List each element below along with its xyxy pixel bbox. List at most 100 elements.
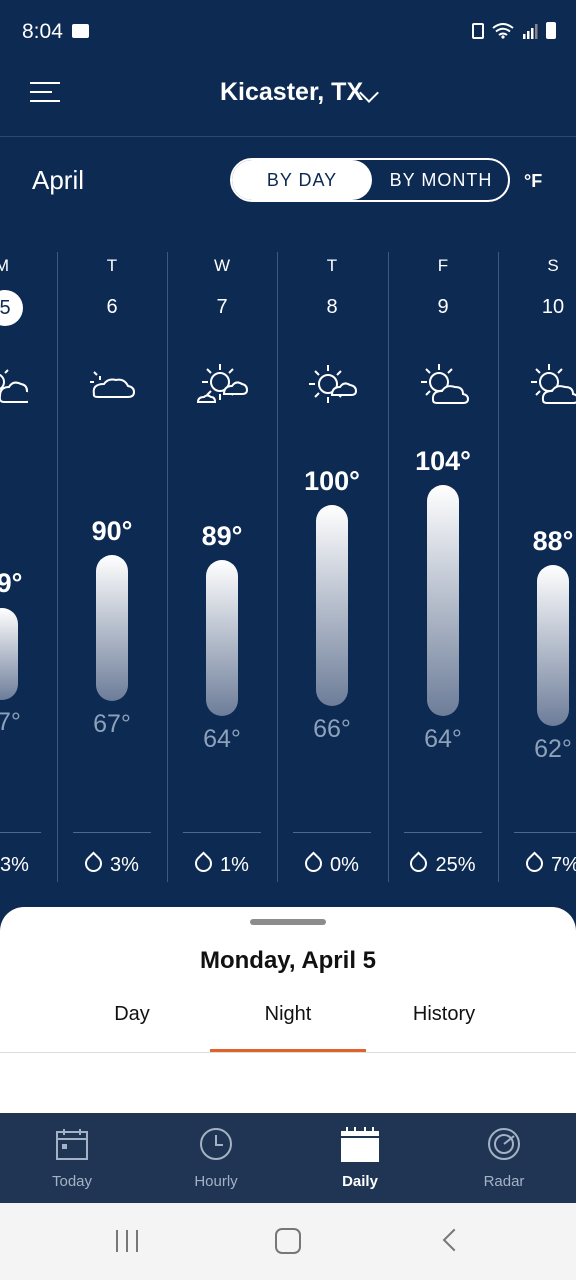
daily-forecast: M 5 79° 67° 3% T 6 90° 67° 3% W 7 89° 64… bbox=[0, 250, 576, 886]
day-date: 6 bbox=[106, 296, 118, 318]
sheet-drag-handle[interactable] bbox=[250, 919, 326, 925]
high-temp: 89° bbox=[201, 521, 243, 551]
day-of-week: T bbox=[106, 256, 118, 275]
system-navigation-bar bbox=[0, 1203, 576, 1280]
precip-divider bbox=[0, 832, 41, 833]
precip-value: 1% bbox=[220, 854, 249, 876]
day-column[interactable]: F 9 104° 64° 25% bbox=[388, 250, 498, 882]
day-of-week: M bbox=[0, 256, 10, 275]
tab-divider bbox=[0, 1052, 576, 1053]
signal-icon bbox=[523, 23, 538, 39]
view-toggle: BY DAY BY MONTH bbox=[230, 158, 510, 202]
nav-today[interactable]: Today bbox=[0, 1113, 144, 1203]
raindrop-icon bbox=[191, 851, 216, 876]
sun-cloud-icon bbox=[421, 364, 469, 404]
precip-value: 7% bbox=[551, 854, 576, 876]
menu-icon[interactable] bbox=[30, 82, 60, 106]
precip-divider bbox=[404, 832, 482, 833]
day-date: 7 bbox=[216, 296, 228, 318]
low-temp: 66° bbox=[313, 715, 351, 743]
recent-apps-icon[interactable] bbox=[114, 1230, 140, 1252]
low-temp: 64° bbox=[424, 725, 462, 753]
day-column[interactable]: T 6 90° 67° 3% bbox=[57, 250, 167, 882]
nav-radar[interactable]: Radar bbox=[432, 1113, 576, 1203]
tab-history[interactable]: History bbox=[366, 1003, 522, 1026]
battery-saver-icon bbox=[472, 22, 484, 39]
sun-cloud-icon bbox=[531, 364, 576, 404]
temp-range-bar bbox=[96, 555, 128, 701]
status-time: 8:04 bbox=[22, 20, 63, 43]
app-header: Kicaster, TX bbox=[0, 62, 576, 137]
precip-value: 3% bbox=[0, 854, 29, 876]
precip-value: 25% bbox=[435, 854, 476, 876]
back-icon[interactable] bbox=[442, 1228, 466, 1252]
clock-icon bbox=[200, 1128, 232, 1160]
location-selector[interactable]: Kicaster, TX bbox=[220, 78, 363, 107]
sun-cloud-icon bbox=[196, 364, 248, 403]
low-temp: 62° bbox=[534, 735, 572, 763]
low-temp: 67° bbox=[0, 708, 21, 736]
high-temp: 100° bbox=[304, 466, 360, 496]
unit-toggle[interactable]: °F bbox=[524, 171, 542, 192]
precip-chance: 7% bbox=[498, 851, 576, 877]
cloud-sun-icon bbox=[90, 371, 136, 398]
raindrop-icon bbox=[406, 851, 432, 876]
precip-value: 0% bbox=[330, 854, 359, 876]
calendar-daily-icon bbox=[341, 1127, 379, 1162]
radar-icon bbox=[488, 1128, 520, 1160]
tab-day[interactable]: Day bbox=[54, 1003, 210, 1026]
precip-divider bbox=[293, 832, 371, 833]
nav-label: Today bbox=[51, 1173, 93, 1190]
day-column[interactable]: M 5 79° 67° 3% bbox=[0, 250, 57, 882]
low-temp: 64° bbox=[203, 725, 241, 753]
nav-daily[interactable]: Daily bbox=[288, 1113, 432, 1203]
raindrop-icon bbox=[301, 851, 326, 876]
gallery-icon bbox=[72, 24, 89, 38]
nav-label: Hourly bbox=[194, 1173, 238, 1190]
high-temp: 88° bbox=[532, 526, 574, 556]
active-tab-indicator bbox=[210, 1049, 366, 1052]
precip-divider bbox=[183, 832, 261, 833]
day-date: 10 bbox=[541, 296, 565, 318]
precip-chance: 3% bbox=[0, 854, 57, 877]
nav-label: Radar bbox=[483, 1173, 525, 1190]
nav-hourly[interactable]: Hourly bbox=[144, 1113, 288, 1203]
sun-cloud-icon bbox=[309, 365, 358, 403]
tab-night[interactable]: Night bbox=[210, 1003, 366, 1026]
raindrop-icon bbox=[522, 851, 547, 876]
day-column[interactable]: S 10 88° 62° 7% bbox=[498, 250, 576, 882]
day-of-week: W bbox=[213, 256, 231, 275]
home-icon[interactable] bbox=[275, 1228, 301, 1254]
by-month-button[interactable]: BY MONTH bbox=[372, 160, 510, 200]
temp-range-bar bbox=[206, 560, 238, 716]
sheet-title: Monday, April 5 bbox=[199, 947, 376, 974]
high-temp: 104° bbox=[415, 446, 471, 476]
wifi-icon bbox=[492, 22, 514, 39]
month-label: April bbox=[32, 165, 85, 195]
day-date: 9 bbox=[437, 296, 449, 318]
day-of-week: F bbox=[437, 256, 449, 275]
day-of-week: T bbox=[326, 256, 338, 275]
precip-chance: 1% bbox=[167, 851, 277, 877]
day-date: 8 bbox=[326, 296, 338, 318]
raindrop-icon bbox=[81, 851, 106, 876]
high-temp: 79° bbox=[0, 568, 23, 598]
temp-range-bar bbox=[316, 505, 348, 706]
precip-divider bbox=[514, 832, 576, 833]
calendar-today-icon bbox=[56, 1129, 88, 1160]
precip-chance: 3% bbox=[57, 851, 167, 877]
temp-range-bar bbox=[537, 565, 569, 726]
day-column[interactable]: T 8 100° 66° 0% bbox=[277, 250, 387, 882]
precip-divider bbox=[73, 832, 151, 833]
by-day-button[interactable]: BY DAY bbox=[232, 160, 372, 200]
high-temp: 90° bbox=[91, 516, 133, 546]
status-bar: 8:04 bbox=[0, 0, 576, 62]
precip-value: 3% bbox=[110, 854, 139, 876]
day-of-week: S bbox=[547, 256, 559, 275]
precip-chance: 25% bbox=[388, 851, 498, 877]
temp-range-bar bbox=[427, 485, 459, 716]
nav-label: Daily bbox=[342, 1173, 378, 1190]
precip-chance: 0% bbox=[277, 851, 387, 877]
day-detail-sheet: Monday, April 5 Day Night History bbox=[0, 907, 576, 1113]
day-column[interactable]: W 7 89° 64° 1% bbox=[167, 250, 277, 882]
